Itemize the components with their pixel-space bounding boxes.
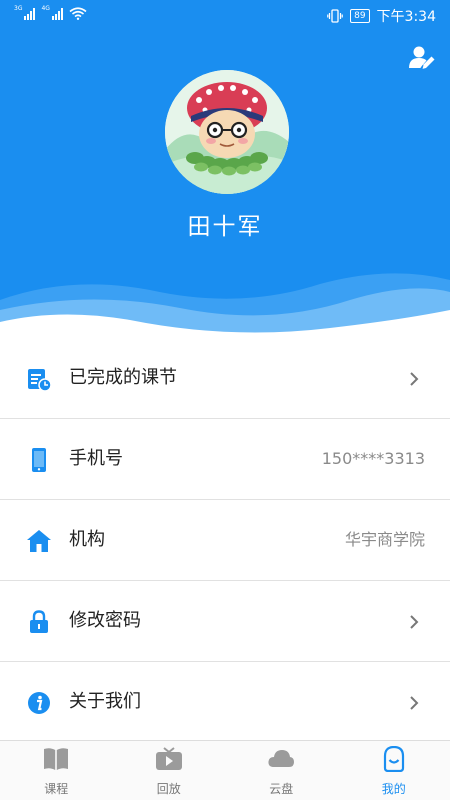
avatar-cartoon-icon xyxy=(165,70,289,194)
signal-bars-icon xyxy=(24,8,36,20)
clock: 下午3:34 xyxy=(376,9,436,25)
tab-mine[interactable]: 我的 xyxy=(338,741,450,800)
menu-item-completed-lessons[interactable]: 已完成的课节 xyxy=(0,338,450,419)
status-bar-left: 3G 4G xyxy=(14,6,87,20)
network-type-2: 4G xyxy=(41,5,50,12)
completed-lessons-icon xyxy=(28,369,52,392)
bottom-tab-bar: 课程 回放 云盘 我的 xyxy=(0,740,450,800)
phone-number-value: 150****3313 xyxy=(321,449,425,468)
menu-item-label: 机构 xyxy=(69,529,105,550)
info-icon xyxy=(28,692,50,714)
profile-icon xyxy=(383,746,404,772)
network-type-1: 3G xyxy=(14,5,23,12)
status-bar: 3G 4G 89 下午3:34 xyxy=(0,0,450,32)
organization-value: 华宇商学院 xyxy=(344,530,425,549)
avatar[interactable] xyxy=(165,70,289,194)
menu-item-change-password[interactable]: 修改密码 xyxy=(0,581,450,662)
cloud-icon xyxy=(268,750,295,767)
tab-courses[interactable]: 课程 xyxy=(0,741,113,800)
menu-item-phone[interactable]: 手机号 150****3313 xyxy=(0,419,450,500)
tab-label: 云盘 xyxy=(269,782,294,796)
tab-cloud-drive[interactable]: 云盘 xyxy=(225,741,338,800)
chevron-right-icon xyxy=(410,372,419,386)
menu-item-label: 手机号 xyxy=(69,448,123,469)
profile-header: 3G 4G 89 下午3:34 田十军 xyxy=(0,0,450,345)
menu-item-organization[interactable]: 机构 华宇商学院 xyxy=(0,500,450,581)
phone-icon xyxy=(32,448,46,472)
tab-label: 我的 xyxy=(381,782,406,796)
signal-2: 4G xyxy=(41,5,63,20)
battery-indicator: 89 xyxy=(350,9,370,23)
settings-menu: 已完成的课节 手机号 150****3313 机构 华宇商学院 修改密码 关于我… xyxy=(0,338,450,743)
menu-item-label: 修改密码 xyxy=(69,610,141,631)
menu-item-label: 已完成的课节 xyxy=(69,367,177,388)
header-waves xyxy=(0,273,450,345)
lock-icon xyxy=(30,610,48,633)
tv-icon xyxy=(155,747,182,770)
menu-item-about-us[interactable]: 关于我们 xyxy=(0,662,450,743)
chevron-right-icon xyxy=(410,615,419,629)
wifi-icon xyxy=(69,6,87,20)
tab-playback[interactable]: 回放 xyxy=(113,741,226,800)
username: 田十军 xyxy=(187,214,263,240)
signal-1: 3G xyxy=(14,5,36,20)
status-bar-right: 89 下午3:34 xyxy=(327,6,436,26)
signal-bars-icon xyxy=(51,8,63,20)
edit-profile-icon[interactable] xyxy=(408,44,436,72)
home-icon xyxy=(27,530,51,552)
book-icon xyxy=(44,748,69,770)
vibrate-icon xyxy=(327,9,343,23)
tab-label: 课程 xyxy=(44,782,69,796)
menu-item-label: 关于我们 xyxy=(69,691,141,712)
tab-label: 回放 xyxy=(156,782,181,796)
chevron-right-icon xyxy=(410,696,419,710)
